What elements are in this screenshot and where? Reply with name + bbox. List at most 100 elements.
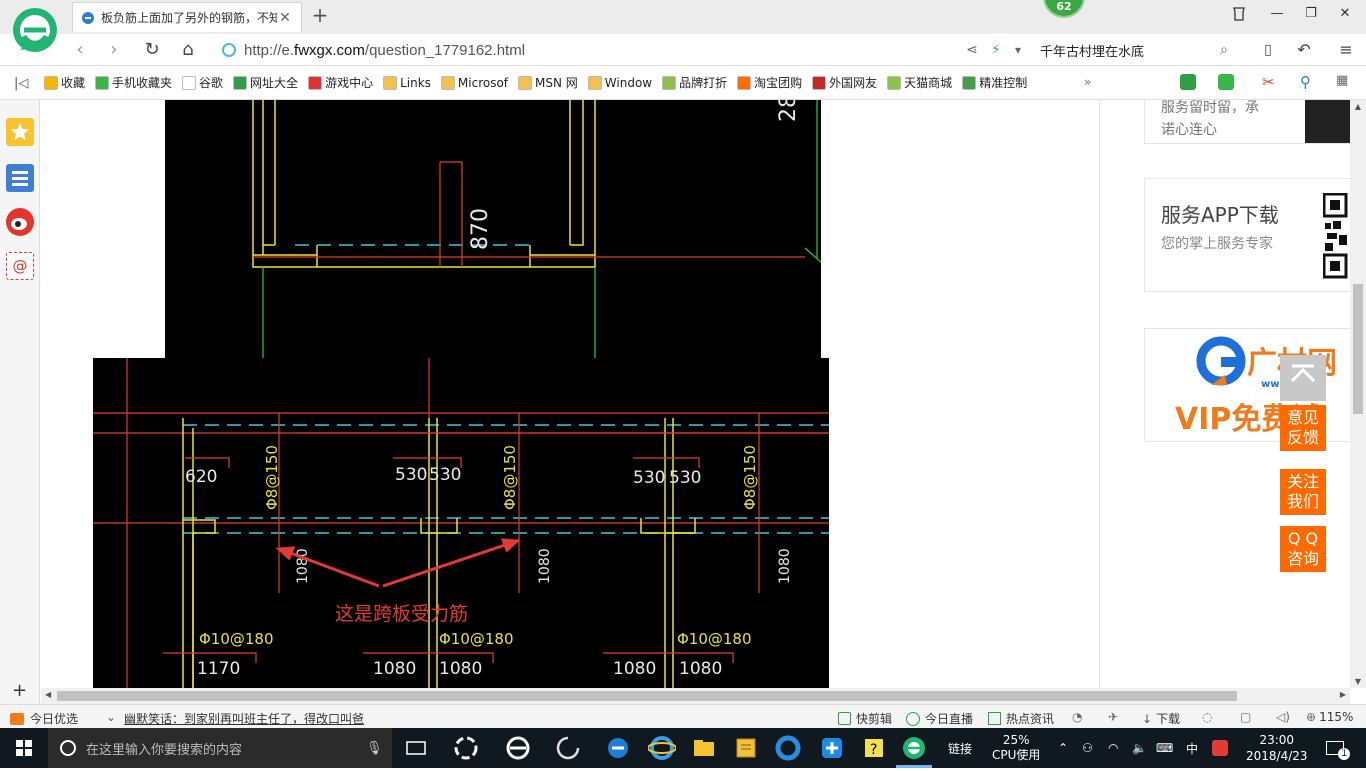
home-button[interactable]: ⌂ <box>176 38 200 62</box>
app-download-card[interactable]: 服务APP下载 您的掌上服务专家 <box>1144 178 1350 292</box>
more-bookmarks-icon[interactable]: » <box>1084 75 1091 89</box>
live-button[interactable]: 今日直播 <box>906 710 973 727</box>
bookmark-item[interactable]: Microsof <box>440 75 508 90</box>
edge-icon[interactable] <box>604 734 632 762</box>
address-bar[interactable]: http://e.fwxgx.com/question_1779162.html <box>222 38 952 62</box>
add-sidebar-icon[interactable]: + <box>12 680 27 701</box>
bookmark-item[interactable]: 游戏中心 <box>308 74 373 91</box>
forward-button[interactable]: › <box>102 38 126 62</box>
more-tools-icon[interactable]: ▦ <box>1336 73 1348 88</box>
back-to-top-button[interactable] <box>1280 355 1326 401</box>
refresh-button[interactable]: ↻ <box>140 38 164 62</box>
translate-icon[interactable] <box>1218 74 1234 90</box>
speaker-icon[interactable]: 🔈 <box>1132 728 1147 768</box>
follow-us-button[interactable]: 关注 我们 <box>1280 469 1326 515</box>
bookmark-item[interactable]: 网址大全 <box>233 74 298 91</box>
search-icon[interactable]: ⌕ <box>1212 38 1236 62</box>
help-app-icon[interactable]: ? <box>860 734 888 762</box>
clock[interactable]: 23:00 2018/4/23 <box>1246 728 1308 768</box>
new-tab-button[interactable]: + <box>310 5 330 25</box>
speed-mode-icon[interactable]: ⚡ <box>984 38 1008 62</box>
pin-icon[interactable]: ✈ <box>1108 710 1118 724</box>
today-picks[interactable]: 今日优选 <box>10 710 78 727</box>
bookmark-item[interactable]: 精准控制 <box>962 74 1027 91</box>
bookmark-item[interactable]: MSN 网 <box>518 74 578 91</box>
active-browser-icon[interactable] <box>900 734 928 762</box>
bookmark-item[interactable]: 品牌打折 <box>662 74 727 91</box>
ime-indicator[interactable]: 中 <box>1186 728 1198 768</box>
feedback-button[interactable]: 意见 反馈 <box>1280 405 1326 451</box>
start-button[interactable] <box>0 728 48 768</box>
sogou-icon[interactable] <box>1212 728 1228 768</box>
shield-icon[interactable] <box>1180 74 1196 90</box>
keyboard-icon[interactable]: ⌨ <box>1156 728 1173 768</box>
browser-e-icon[interactable] <box>504 734 532 762</box>
bookmark-item[interactable]: 淘宝团购 <box>737 74 802 91</box>
microphone-icon[interactable]: 🎙 <box>366 741 383 756</box>
minimize-button[interactable]: — <box>1266 6 1288 26</box>
dropdown-chevron-icon[interactable]: ▾ <box>1006 38 1030 62</box>
browser-tab[interactable]: 板负筋上面加了另外的钢筋，不知 ✕ <box>72 2 302 32</box>
share-icon[interactable]: ⋖ <box>960 38 984 62</box>
magnifier-icon[interactable]: ⚲ <box>1300 73 1311 91</box>
news-ticker-link[interactable]: 幽默笑话：到家别再叫班主任了，得改口叫爸 <box>124 710 364 727</box>
menu-icon[interactable]: ≡ <box>1334 38 1358 62</box>
people-icon[interactable]: ⚇ <box>1082 728 1093 768</box>
scroll-left-icon[interactable]: ◀ <box>45 690 51 699</box>
remote-app-icon[interactable] <box>818 734 846 762</box>
weibo-icon[interactable] <box>6 208 34 236</box>
bookmark-item[interactable]: 手机收藏夹 <box>95 74 172 91</box>
service-card[interactable]: 服务留时留，承 诺心连心 <box>1144 100 1350 144</box>
glodon-icon[interactable] <box>774 734 802 762</box>
reader-list-icon[interactable] <box>6 164 34 192</box>
zoom-control[interactable]: ⊕ 115% <box>1306 710 1353 724</box>
undo-icon[interactable]: ↶ <box>1292 38 1316 62</box>
window-icon[interactable]: ▢ <box>1240 710 1251 724</box>
bookmark-item[interactable]: 天猫商城 <box>887 74 952 91</box>
fan-app-icon[interactable] <box>452 734 480 762</box>
file-explorer-icon[interactable] <box>690 734 718 762</box>
bookmark-item[interactable]: Window <box>587 75 652 90</box>
close-window-button[interactable]: ✕ <box>1334 6 1356 26</box>
cpu-usage[interactable]: 25% CPU使用 <box>992 728 1040 768</box>
spiral-app-icon[interactable] <box>554 734 582 762</box>
taskbar-search-input[interactable]: 在这里输入你要搜索的内容 🎙 <box>48 728 392 768</box>
bookmark-item[interactable]: 外国网友 <box>812 74 877 91</box>
notification-badge[interactable]: 62 <box>1043 0 1085 18</box>
speed-icon[interactable]: ◔ <box>1072 710 1082 724</box>
download-button[interactable]: ↓ 下载 <box>1142 710 1180 727</box>
maximize-button[interactable]: ❐ <box>1300 6 1322 26</box>
volume-icon[interactable]: ◁) <box>1276 710 1290 724</box>
ie-icon[interactable] <box>647 734 677 762</box>
browser-logo-icon[interactable] <box>10 6 60 58</box>
qq-consult-button[interactable]: Q Q 咨询 <box>1280 526 1326 572</box>
bookmark-item[interactable]: 收藏 <box>44 74 85 91</box>
mail-icon[interactable]: @ <box>6 252 34 280</box>
scroll-down-icon[interactable]: ▼ <box>1350 677 1366 686</box>
horizontal-scrollbar[interactable]: ◀ ▶ <box>41 688 1350 704</box>
search-input[interactable]: 千年古村埋在水底 <box>1040 38 1240 62</box>
bookmark-item[interactable]: Links <box>383 75 431 90</box>
skin-icon[interactable] <box>1228 6 1250 26</box>
mobile-icon[interactable]: ▯ <box>1256 38 1280 62</box>
horizontal-scroll-thumb[interactable] <box>57 691 1237 701</box>
scroll-right-icon[interactable]: ▶ <box>1340 690 1346 699</box>
tray-expand-icon[interactable]: ⌃ <box>1058 728 1068 768</box>
vertical-scrollbar[interactable]: ▲ ▼ <box>1350 100 1366 688</box>
tab-close-icon[interactable]: ✕ <box>277 10 293 26</box>
back-button[interactable]: ‹ <box>68 38 92 62</box>
notification-center[interactable]: 1 <box>1326 728 1350 768</box>
clean-icon[interactable]: ◌ <box>1202 710 1212 724</box>
wifi-icon[interactable]: ◠ <box>1108 728 1118 768</box>
hot-news-button[interactable]: 热点资讯 <box>988 710 1054 727</box>
notes-app-icon[interactable] <box>732 734 760 762</box>
scissors-icon[interactable]: ✂ <box>1262 73 1275 91</box>
collapse-sidebar-icon[interactable]: |◁ <box>14 76 28 91</box>
task-view-icon[interactable] <box>402 734 430 762</box>
scroll-up-icon[interactable]: ▲ <box>1350 100 1366 111</box>
chevron-down-icon[interactable]: ⌄ <box>106 710 116 724</box>
vertical-scroll-thumb[interactable] <box>1353 284 1363 414</box>
link-label[interactable]: 链接 <box>948 728 972 768</box>
favorites-star-icon[interactable] <box>6 118 34 146</box>
quick-edit-button[interactable]: 快剪辑 <box>838 710 892 727</box>
